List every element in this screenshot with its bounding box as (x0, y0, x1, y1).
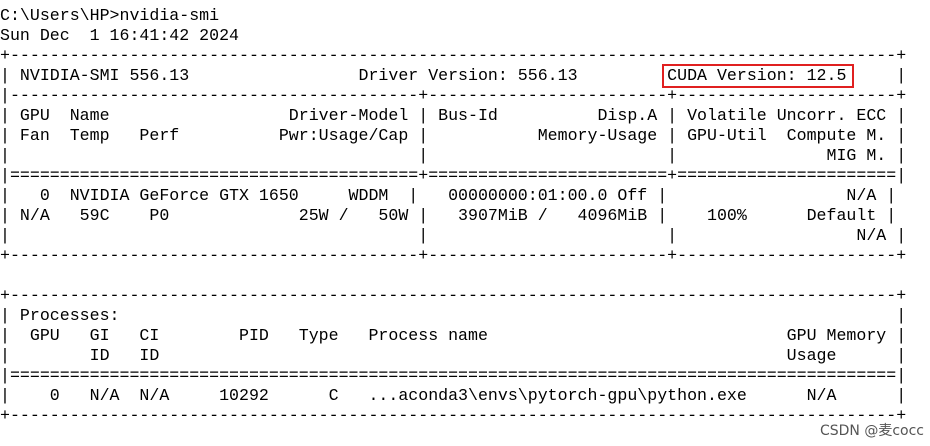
gpu-table-double-separator: |=======================================… (0, 166, 907, 185)
command-prompt-line: C:\Users\HP>nvidia-smi (0, 6, 220, 25)
gpu-row-2: | N/A 59C P0 25W / 50W | 3907MiB / 4096M… (0, 206, 897, 225)
process-row: | 0 N/A N/A 10292 C ...aconda3\envs\pyto… (0, 386, 907, 405)
gpu-table-separator: |---------------------------------------… (0, 86, 907, 105)
terminal-window: C:\Users\HP>nvidia-smi Sun Dec 1 16:41:4… (0, 0, 930, 446)
gpu-table-border-bottom: +---------------------------------------… (0, 246, 907, 265)
gpu-column-header-row-2: | Fan Temp Perf Pwr:Usage/Cap | Memory-U… (0, 126, 907, 145)
gpu-table-border-top: +---------------------------------------… (0, 46, 907, 65)
gpu-column-header-row-3: | | | MIG M. | (0, 146, 907, 165)
timestamp-line: Sun Dec 1 16:41:42 2024 (0, 26, 239, 45)
gpu-row-3: | | | N/A | (0, 226, 907, 245)
process-column-header-row-1: | GPU GI CI PID Type Process name GPU Me… (0, 326, 907, 345)
cuda-version-highlight-box (662, 64, 854, 88)
process-column-header-row-2: | ID ID Usage | (0, 346, 907, 365)
gpu-column-header-row-1: | GPU Name Driver-Model | Bus-Id Disp.A … (0, 106, 907, 125)
process-table-border-top: +---------------------------------------… (0, 286, 907, 305)
gpu-row-1: | 0 NVIDIA GeForce GTX 1650 WDDM | 00000… (0, 186, 897, 205)
csdn-watermark: CSDN @麦cocc (819, 423, 924, 439)
process-table-double-separator: |=======================================… (0, 366, 907, 385)
process-table-title: | Processes: | (0, 306, 907, 325)
process-table-border-bottom: +---------------------------------------… (0, 406, 907, 425)
